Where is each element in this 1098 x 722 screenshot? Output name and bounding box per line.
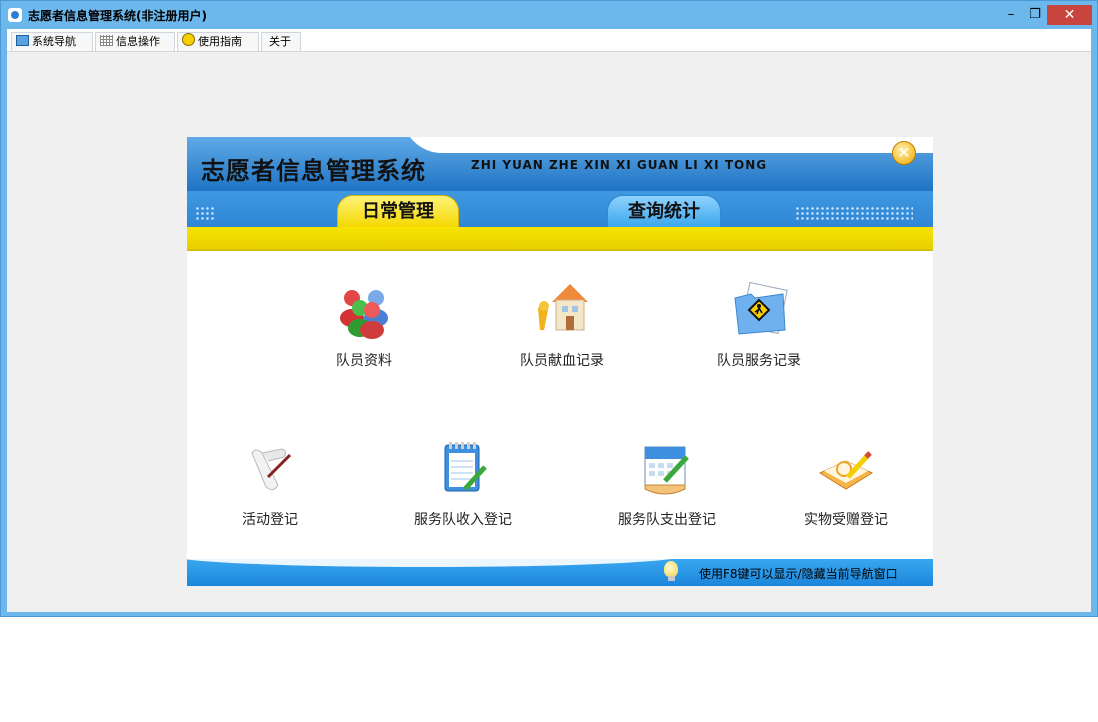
nav-item-service-record[interactable]: 队员服务记录 [679, 280, 839, 370]
service-folder-icon [727, 280, 791, 342]
nav-item-label: 活动登记 [242, 512, 298, 528]
restore-button[interactable]: ❐ [1023, 5, 1047, 25]
window-title: 志愿者信息管理系统(非注册用户) [28, 9, 207, 23]
monitor-icon [16, 35, 29, 46]
nav-item-label: 服务队收入登记 [414, 512, 512, 528]
menu-system-nav[interactable]: 系统导航 [11, 32, 93, 51]
panel-header: 志愿者信息管理系统 ZHI YUAN ZHE XIN XI GUAN LI XI… [187, 137, 933, 191]
close-panel-button[interactable]: ✕ [892, 141, 916, 165]
navigation-panel: 志愿者信息管理系统 ZHI YUAN ZHE XIN XI GUAN LI XI… [187, 137, 933, 586]
nav-item-label: 队员资料 [336, 353, 392, 369]
menu-bar: 系统导航 信息操作 使用指南 关于 [7, 29, 1091, 51]
header-notch [402, 137, 933, 153]
lightbulb-icon [664, 561, 678, 581]
footer-wave-decor [187, 553, 687, 567]
notepad-pencil-icon [431, 439, 495, 501]
nav-item-donation-registration[interactable]: 实物受赠登记 [766, 439, 926, 529]
menu-about[interactable]: 关于 [261, 32, 301, 51]
blood-donation-house-icon [530, 280, 594, 342]
nav-item-label: 队员献血记录 [520, 353, 604, 369]
close-window-button[interactable]: ✕ [1047, 5, 1092, 25]
minimize-button[interactable]: – [999, 5, 1023, 25]
nav-item-team-expense[interactable]: 服务队支出登记 [587, 439, 747, 529]
footer-hint: 使用F8键可以显示/隐藏当前导航窗口 [699, 567, 898, 581]
grid-icon [100, 35, 113, 46]
tab-daily-management[interactable]: 日常管理 [337, 195, 459, 227]
menu-user-guide-label: 使用指南 [198, 35, 242, 48]
menu-system-nav-label: 系统导航 [32, 35, 76, 48]
tab-underline-bar [187, 227, 933, 251]
menu-info-ops[interactable]: 信息操作 [95, 32, 175, 51]
nav-item-activity-registration[interactable]: 活动登记 [190, 439, 350, 529]
app-icon [8, 8, 22, 22]
close-circle-icon: ✕ [897, 143, 911, 162]
nav-item-label: 服务队支出登记 [618, 512, 716, 528]
decor-dots-right [795, 206, 913, 220]
tab-bar: 日常管理 查询统计 [187, 191, 933, 227]
panel-title-pinyin: ZHI YUAN ZHE XIN XI GUAN LI XI TONG [471, 158, 768, 172]
panel-footer: 使用F8键可以显示/隐藏当前导航窗口 [187, 553, 933, 586]
tab-query-statistics[interactable]: 查询统计 [607, 195, 721, 227]
menu-about-label: 关于 [269, 35, 291, 48]
title-bar[interactable]: 志愿者信息管理系统(非注册用户) – ❐ ✕ [1, 1, 1097, 29]
people-group-icon [332, 280, 396, 342]
calendar-pencil-icon [635, 439, 699, 501]
nav-item-team-income[interactable]: 服务队收入登记 [383, 439, 543, 529]
nav-item-blood-donation[interactable]: 队员献血记录 [482, 280, 642, 370]
scroll-pen-icon [238, 439, 302, 501]
nav-item-label: 实物受赠登记 [804, 512, 888, 528]
decor-dots-left [195, 206, 215, 220]
notebook-pencil-icon [814, 439, 878, 501]
nav-item-label: 队员服务记录 [717, 353, 801, 369]
panel-title: 志愿者信息管理系统 [201, 157, 426, 185]
menu-info-ops-label: 信息操作 [116, 35, 160, 48]
nav-item-member-profile[interactable]: 队员资料 [284, 280, 444, 370]
help-icon [182, 33, 195, 46]
menu-user-guide[interactable]: 使用指南 [177, 32, 259, 51]
